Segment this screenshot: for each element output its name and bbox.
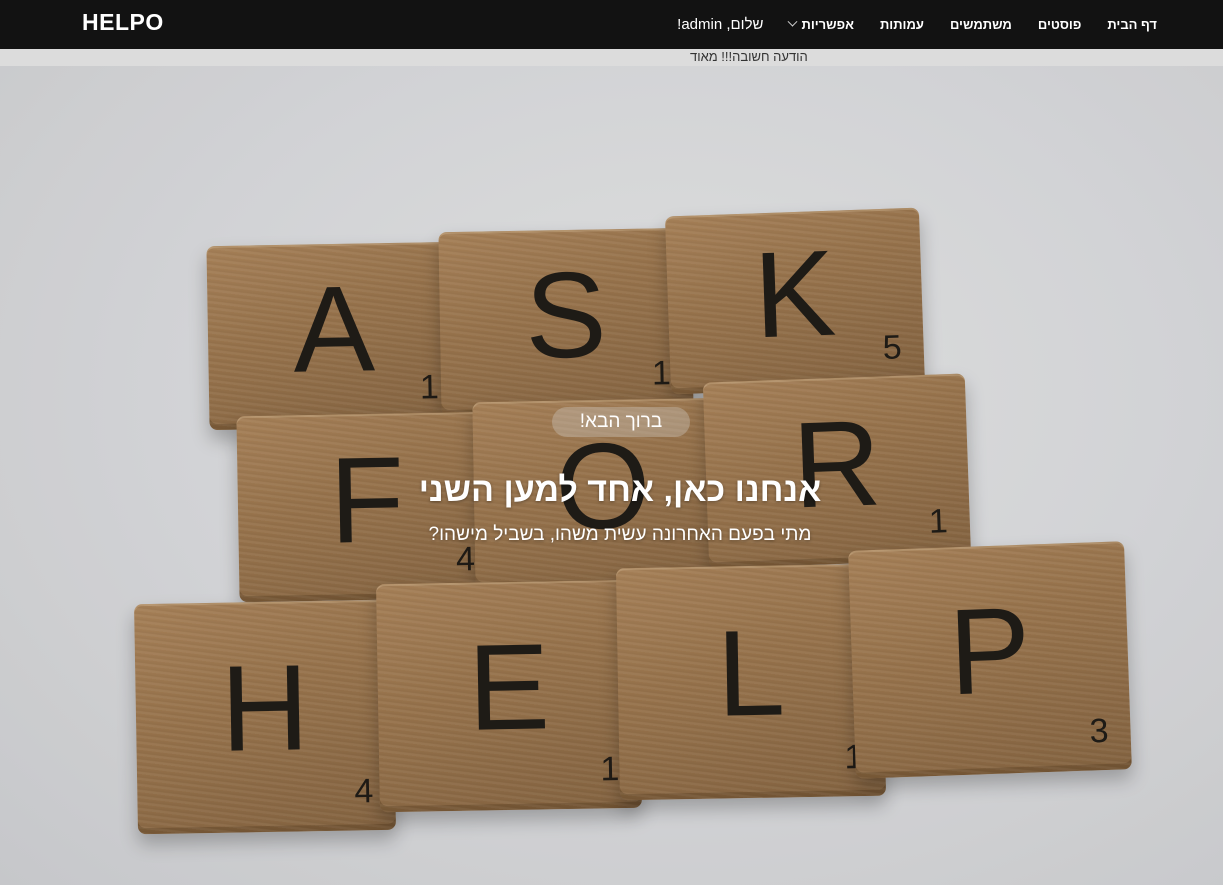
hero-title: אנחנו כאן, אחד למען השני	[418, 471, 822, 509]
top-navbar: HELPO שלום, admin! אפשריות עמותות משתמשי…	[0, 0, 1223, 49]
nav-link-associations[interactable]: עמותות	[880, 17, 924, 32]
nav-link-home[interactable]: דף הבית	[1107, 17, 1157, 32]
chevron-down-icon	[788, 16, 798, 27]
nav-menu: שלום, admin! אפשריות עמותות משתמשים פוסט…	[673, 0, 1157, 49]
welcome-badge: ברוך הבא!	[552, 407, 690, 437]
nav-link-users[interactable]: משתמשים	[950, 17, 1012, 32]
options-dropdown[interactable]: אפשריות	[788, 16, 854, 32]
user-greeting: שלום, admin!	[677, 16, 764, 33]
hero-section: A 1 S 1 K 5 F 4 O R 1 H 4 E 1 L 1 P 3 בר…	[0, 66, 1223, 885]
announcement-text: הודעה חשובה!!! מאוד	[690, 49, 808, 64]
options-dropdown-label: אפשריות	[801, 17, 854, 32]
hero-subtitle: מתי בפעם האחרונה עשית משהו, בשביל מישהו?	[428, 524, 812, 545]
brand-logo[interactable]: HELPO	[82, 9, 164, 36]
nav-link-posts[interactable]: פוסטים	[1038, 17, 1081, 32]
announcement-bar: הודעה חשובה!!! מאוד	[0, 49, 1223, 66]
